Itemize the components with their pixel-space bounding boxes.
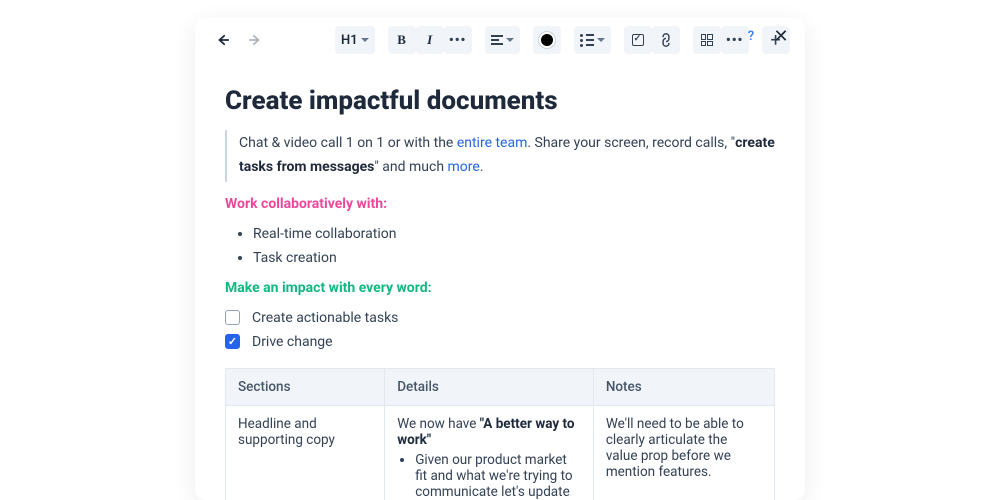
chevron-down-icon: [506, 38, 514, 46]
quote-link-more[interactable]: more: [448, 159, 480, 175]
checklist-label: Drive change: [252, 334, 333, 350]
more-text-format-button[interactable]: •••: [444, 26, 472, 54]
list-item[interactable]: Task creation: [253, 246, 775, 270]
heading-select[interactable]: H1: [335, 26, 375, 54]
ellipsis-icon: •••: [449, 33, 466, 48]
table-cell[interactable]: We now have "A better way to work" Given…: [385, 405, 594, 500]
question-icon: ?: [748, 29, 754, 44]
document-body[interactable]: Create impactful documents Chat & video …: [195, 62, 805, 500]
text-color-button[interactable]: [533, 26, 561, 54]
table-row: Headline and supporting copy We now have…: [226, 405, 775, 500]
section-heading-green[interactable]: Make an impact with every word:: [225, 280, 775, 296]
align-left-icon: [491, 35, 503, 45]
bold-button[interactable]: B: [388, 26, 416, 54]
content-table[interactable]: Sections Details Notes Headline and supp…: [225, 368, 775, 500]
checkbox-checked-icon[interactable]: [225, 334, 240, 349]
quote-text: Chat & video call 1 on 1 or with the: [239, 135, 457, 151]
cell-text: We now have: [397, 416, 480, 432]
quote-text: " and much: [374, 159, 447, 175]
chevron-down-icon: [361, 38, 369, 46]
forward-button[interactable]: [241, 26, 269, 54]
quote-block[interactable]: Chat & video call 1 on 1 or with the ent…: [225, 130, 775, 182]
checklist-icon: [632, 34, 644, 46]
section-heading-pink[interactable]: Work collaboratively with:: [225, 196, 775, 212]
quote-text: .: [480, 159, 484, 175]
quote-link-team[interactable]: entire team: [457, 135, 528, 151]
list-select[interactable]: [574, 26, 611, 54]
table-cell[interactable]: Headline and supporting copy: [226, 405, 385, 500]
checklist-item[interactable]: Create actionable tasks: [225, 306, 775, 330]
page-title[interactable]: Create impactful documents: [225, 86, 775, 116]
cell-bullet: Given our product market fit and what we…: [415, 452, 581, 500]
color-swatch-icon: [539, 32, 555, 48]
table-header[interactable]: Details: [385, 368, 594, 405]
heading-label: H1: [341, 33, 358, 48]
table-header[interactable]: Sections: [226, 368, 385, 405]
table-icon: [701, 34, 713, 46]
quote-text: . Share your screen, record calls, ": [527, 135, 735, 151]
link-icon: [656, 30, 676, 50]
checklist-label: Create actionable tasks: [252, 310, 398, 326]
table-header-row: Sections Details Notes: [226, 368, 775, 405]
italic-button[interactable]: I: [416, 26, 444, 54]
close-button[interactable]: ✕: [771, 26, 791, 46]
close-icon: ✕: [773, 26, 788, 47]
back-button[interactable]: [209, 26, 237, 54]
document-editor-panel: H1 B I •••: [195, 18, 805, 500]
checkbox-unchecked-icon[interactable]: [225, 310, 240, 325]
table-header[interactable]: Notes: [593, 368, 774, 405]
chevron-down-icon: [597, 38, 605, 46]
bullet-list[interactable]: Real-time collaboration Task creation: [225, 222, 775, 270]
link-button[interactable]: [652, 26, 680, 54]
align-select[interactable]: [485, 26, 520, 54]
checklist-button[interactable]: [624, 26, 652, 54]
editor-toolbar: H1 B I •••: [195, 18, 805, 62]
checklist-item[interactable]: Drive change: [225, 330, 775, 354]
list-item[interactable]: Real-time collaboration: [253, 222, 775, 246]
bulleted-list-icon: [580, 34, 594, 47]
help-button[interactable]: ?: [741, 26, 761, 46]
table-button[interactable]: [693, 26, 721, 54]
table-cell[interactable]: We'll need to be able to clearly articul…: [593, 405, 774, 500]
